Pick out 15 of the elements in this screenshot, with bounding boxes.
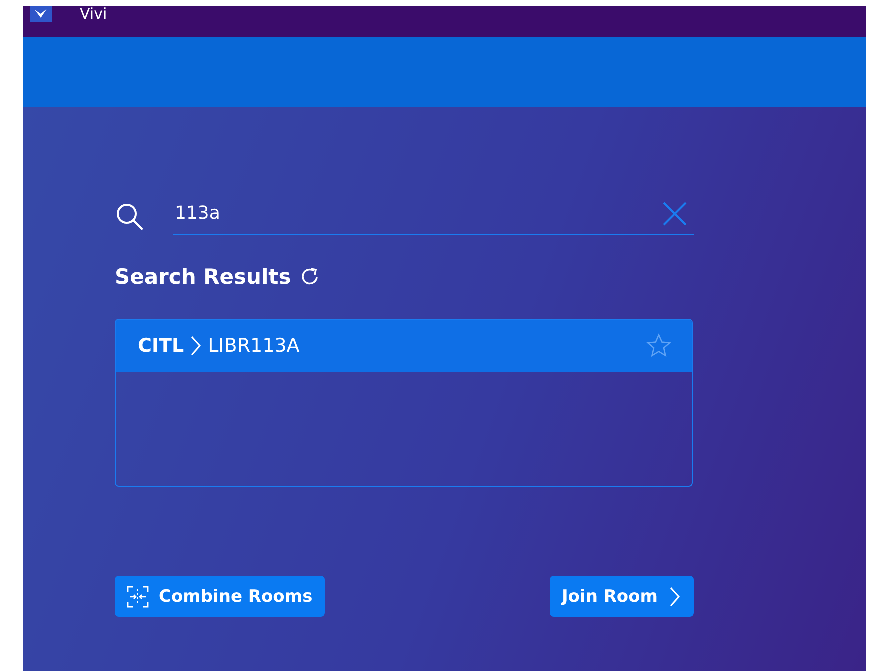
close-icon[interactable] bbox=[662, 201, 688, 227]
join-room-button[interactable]: Join Room bbox=[550, 576, 694, 617]
search-field[interactable]: 113a bbox=[173, 199, 694, 235]
combine-icon bbox=[127, 586, 149, 608]
breadcrumb-parent: CITL bbox=[138, 335, 184, 357]
section-heading: Search Results bbox=[115, 265, 292, 289]
result-item[interactable]: CITL LIBR113A bbox=[116, 320, 692, 372]
combine-rooms-button[interactable]: Combine Rooms bbox=[115, 576, 325, 617]
chevron-right-icon bbox=[190, 335, 202, 357]
room-name: LIBR113A bbox=[208, 335, 301, 357]
logo-icon bbox=[30, 6, 52, 22]
chevron-right-icon bbox=[668, 584, 682, 608]
star-icon[interactable] bbox=[646, 333, 672, 359]
window-title: Vivi bbox=[80, 6, 108, 22]
search-icon bbox=[115, 202, 145, 232]
